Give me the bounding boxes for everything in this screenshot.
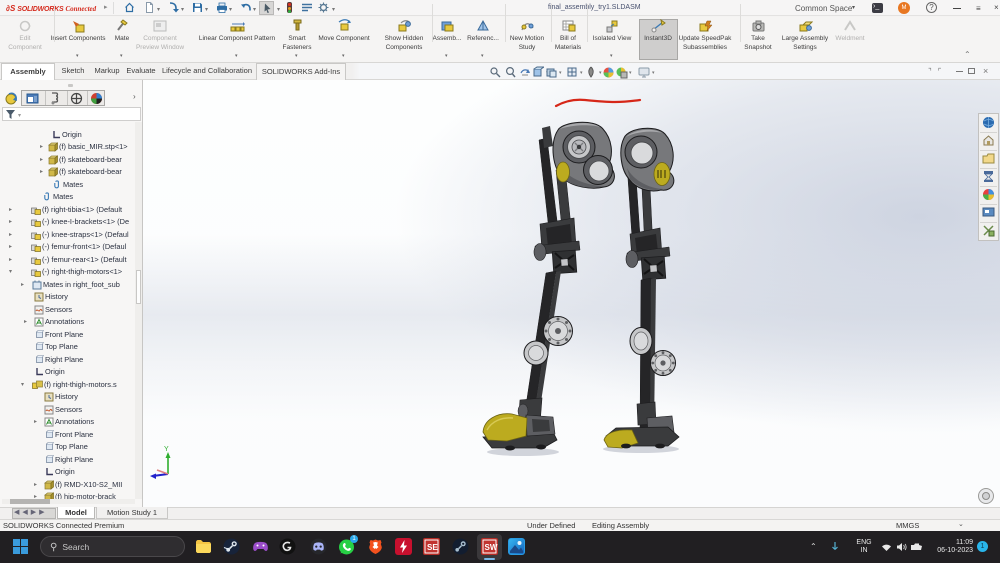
svg-text:Y: Y — [164, 446, 169, 453]
svg-text:SE: SE — [427, 543, 438, 552]
svg-text:SW: SW — [485, 543, 498, 552]
